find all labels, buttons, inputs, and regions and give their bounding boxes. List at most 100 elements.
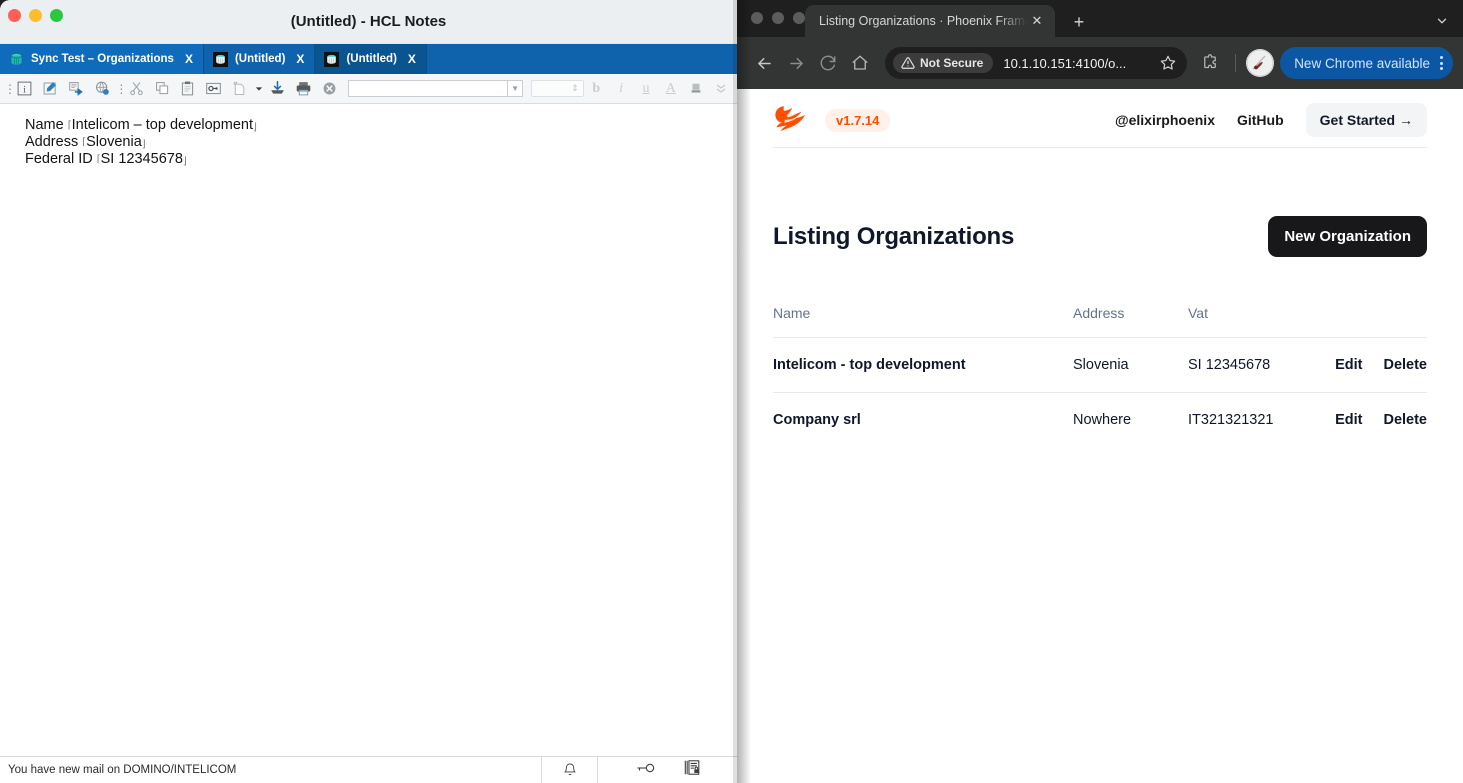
key-icon[interactable] [635, 761, 655, 780]
close-icon[interactable]: X [185, 52, 193, 66]
toolbar-grip-icon-2[interactable]: ⋮ [115, 82, 127, 96]
toolbar-divider [1235, 54, 1237, 72]
cell-address: Slovenia [1073, 337, 1188, 393]
field-value-federal-id[interactable]: SI 12345678 [101, 151, 183, 167]
globe-bug-icon[interactable] [90, 77, 116, 101]
arrow-right-icon[interactable] [781, 48, 811, 78]
delete-icon[interactable] [316, 77, 342, 101]
notes-tab-label: (Untitled) [346, 53, 397, 65]
new-chrome-available-button[interactable]: New Chrome available [1280, 47, 1453, 79]
notes-document-icon [212, 51, 228, 67]
profile-avatar-icon[interactable] [1246, 49, 1275, 77]
close-icon[interactable]: ✕ [1027, 11, 1047, 31]
security-status-label: Not Secure [920, 56, 984, 70]
delete-link[interactable]: Delete [1383, 412, 1427, 428]
notes-tab-strip: Sync Test – Organizations X (Untitled) X… [0, 44, 737, 74]
more-options-icon[interactable] [708, 77, 733, 101]
page-title: Listing Organizations [773, 222, 1015, 250]
arrow-left-icon[interactable] [749, 48, 779, 78]
notes-status-bar: You have new mail on DOMINO/INTELICOM [0, 756, 737, 783]
forward-icon[interactable] [64, 77, 90, 101]
notes-tab-untitled-2[interactable]: (Untitled) X [315, 44, 427, 74]
chrome-minimize-button[interactable] [772, 12, 784, 24]
field-open-marker: ⌈ [82, 137, 87, 148]
underline-button[interactable]: u [634, 77, 659, 101]
cell-vat: IT321321321 [1188, 392, 1336, 447]
brand: v1.7.14 [773, 103, 1115, 138]
cut-icon[interactable] [123, 77, 149, 101]
font-size-stepper[interactable]: ⇕ [531, 80, 584, 97]
dropdown-arrow-icon[interactable] [253, 77, 265, 101]
hcl-notes-window: (Untitled) - HCL Notes Sync Test – Organ… [0, 0, 737, 783]
italic-button[interactable]: i [609, 77, 634, 101]
chrome-tab-bar: Listing Organizations · Phoenix Framewor… [737, 0, 1463, 37]
get-started-button[interactable]: Get Started → [1305, 103, 1427, 137]
edit-link[interactable]: Edit [1335, 357, 1362, 373]
star-icon[interactable] [1155, 50, 1181, 76]
font-color-button[interactable]: A [658, 77, 683, 101]
new-tab-button[interactable]: + [1067, 10, 1091, 34]
notes-title-bar: (Untitled) - HCL Notes [0, 0, 737, 44]
home-icon[interactable] [845, 48, 875, 78]
puzzle-piece-icon[interactable] [1195, 48, 1225, 78]
delete-link[interactable]: Delete [1383, 357, 1427, 373]
nav-link-elixirphoenix[interactable]: @elixirphoenix [1115, 112, 1215, 128]
link-icon[interactable] [201, 77, 227, 101]
bell-icon[interactable] [541, 756, 597, 783]
document-lock-icon[interactable] [683, 759, 701, 781]
update-label: New Chrome available [1294, 55, 1430, 71]
browser-tab[interactable]: Listing Organizations · Phoenix Framewor… [805, 5, 1055, 37]
field-close-marker: ⌋ [252, 122, 257, 133]
font-family-select[interactable]: ▼ [348, 80, 524, 97]
edit-document-icon[interactable] [38, 77, 64, 101]
toolbar-grip-icon[interactable]: ⋮ [4, 82, 16, 96]
cell-address: Nowhere [1073, 392, 1188, 447]
nav-link-github[interactable]: GitHub [1237, 112, 1284, 128]
copy-icon[interactable] [149, 77, 175, 101]
version-badge: v1.7.14 [825, 108, 891, 132]
notes-tab-untitled-1[interactable]: (Untitled) X [204, 44, 316, 74]
chevron-down-icon[interactable] [1429, 8, 1455, 34]
field-value-name[interactable]: Intelicom – top development [72, 117, 253, 133]
chrome-maximize-button[interactable] [793, 12, 805, 24]
table-row[interactable]: Intelicom - top development Slovenia SI … [773, 337, 1427, 393]
url-text[interactable]: 10.1.10.151:4100/o... [993, 56, 1155, 71]
cell-name: Intelicom - top development [773, 337, 1073, 393]
import-icon[interactable] [265, 77, 291, 101]
cell-actions: Edit Delete [1335, 392, 1427, 447]
field-value-address[interactable]: Slovenia [86, 134, 142, 150]
security-status-badge[interactable]: Not Secure [893, 53, 994, 73]
field-close-marker: ⌋ [141, 139, 146, 150]
bold-button[interactable]: b [584, 77, 609, 101]
table-row[interactable]: Company srl Nowhere IT321321321 Edit Dele… [773, 392, 1427, 447]
status-message[interactable]: You have new mail on DOMINO/INTELICOM [0, 764, 236, 776]
close-icon[interactable]: X [296, 52, 304, 66]
address-bar[interactable]: Not Secure 10.1.10.151:4100/o... [885, 47, 1188, 79]
paste-icon[interactable] [175, 77, 201, 101]
notes-tab-sync-test-organizations[interactable]: Sync Test – Organizations X [0, 44, 204, 74]
new-organization-button[interactable]: New Organization [1268, 216, 1427, 257]
chrome-close-button[interactable] [751, 12, 763, 24]
reload-icon[interactable] [813, 48, 843, 78]
new-document-icon[interactable] [227, 77, 253, 101]
notes-document-body[interactable]: Name ⌈Intelicom – top development⌋ Addre… [0, 105, 737, 756]
notes-tab-label: (Untitled) [234, 53, 286, 65]
field-open-marker: ⌈ [67, 120, 72, 131]
screen: Listing Organizations · Phoenix Framewor… [0, 0, 1463, 783]
cell-vat: SI 12345678 [1188, 337, 1336, 393]
properties-icon[interactable]: i [12, 77, 38, 101]
chevron-down-icon[interactable]: ▼ [507, 81, 522, 96]
print-icon[interactable] [290, 77, 316, 101]
table-header-row: Name Address Vat [773, 305, 1427, 338]
chrome-window: Listing Organizations · Phoenix Framewor… [737, 0, 1463, 783]
table-header: Name Address Vat [773, 305, 1427, 338]
site-nav: @elixirphoenix GitHub Get Started → [1115, 103, 1427, 137]
field-open-marker: ⌈ [96, 154, 101, 165]
close-icon[interactable]: X [408, 52, 416, 66]
kebab-menu-icon[interactable] [1438, 56, 1445, 70]
listing-header: Listing Organizations New Organization [773, 216, 1427, 257]
highlight-button[interactable] [683, 77, 708, 101]
notes-database-icon [9, 52, 24, 67]
table-body: Intelicom - top development Slovenia SI … [773, 337, 1427, 447]
edit-link[interactable]: Edit [1335, 412, 1362, 428]
